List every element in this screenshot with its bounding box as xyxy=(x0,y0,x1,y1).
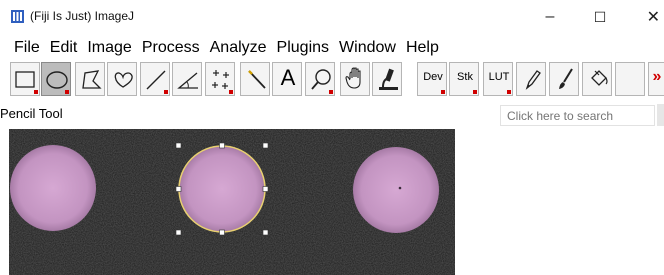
menu-process[interactable]: Process xyxy=(137,37,205,59)
dropdown-mark xyxy=(34,90,38,94)
freehand-tool[interactable] xyxy=(107,62,137,96)
minimize-icon: – xyxy=(545,8,555,25)
search-input[interactable] xyxy=(500,105,655,126)
menu-edit[interactable]: Edit xyxy=(45,37,83,59)
dropdown-mark xyxy=(229,90,233,94)
menu-image[interactable]: Image xyxy=(82,37,136,59)
bucket-icon xyxy=(591,70,608,86)
status-text: Pencil Tool xyxy=(0,106,63,121)
menu-plugins[interactable]: Plugins xyxy=(272,37,334,59)
menu-file[interactable]: File xyxy=(0,37,45,59)
hand-icon xyxy=(345,67,361,89)
image-content xyxy=(9,129,455,275)
toolbar: A Dev Stk LUT » xyxy=(0,62,664,100)
flood-fill-tool[interactable] xyxy=(582,62,612,96)
polygon-tool[interactable] xyxy=(75,62,105,96)
lut-tool[interactable]: LUT xyxy=(483,62,513,96)
oval-tool[interactable] xyxy=(41,62,71,96)
text-tool[interactable]: A xyxy=(272,62,302,96)
close-icon: ✕ xyxy=(646,9,660,26)
angle-icon xyxy=(177,72,198,89)
wand-tool[interactable] xyxy=(240,62,270,96)
pencil-icon xyxy=(525,70,541,90)
stack-icon: Stk xyxy=(457,71,473,83)
brush-tool[interactable] xyxy=(549,62,579,96)
maximize-icon: ☐ xyxy=(593,8,607,25)
magnifier-tool[interactable] xyxy=(305,62,335,96)
menu-bar: File Edit Image Process Analyze Plugins … xyxy=(0,36,664,60)
menu-analyze[interactable]: Analyze xyxy=(205,37,272,59)
fiji-app-icon xyxy=(11,10,24,23)
dropdown-mark xyxy=(473,90,477,94)
close-button[interactable]: ✕ xyxy=(627,4,664,30)
more-tools-button[interactable]: » xyxy=(648,62,664,96)
title-bar: (Fiji Is Just) ImageJ – ☐ ✕ xyxy=(0,0,664,34)
microscope-icon xyxy=(379,68,398,90)
empty-tool-slot xyxy=(615,62,645,96)
dev-icon: Dev xyxy=(423,71,443,83)
dropdown-mark xyxy=(65,90,69,94)
window-title: (Fiji Is Just) ImageJ xyxy=(30,9,135,23)
dropdown-mark xyxy=(164,90,168,94)
more-icon: » xyxy=(652,68,662,85)
menu-window[interactable]: Window xyxy=(334,37,401,59)
point-tool[interactable] xyxy=(205,62,235,96)
pencil-tool[interactable] xyxy=(516,62,546,96)
lut-icon: LUT xyxy=(488,71,510,83)
line-tool[interactable] xyxy=(140,62,170,96)
menu-help[interactable]: Help xyxy=(401,37,444,59)
polygon-icon xyxy=(82,70,102,89)
stk-tool[interactable]: Stk xyxy=(449,62,479,96)
sample-spot-right xyxy=(353,147,439,233)
dropdown-mark xyxy=(507,90,511,94)
rectangle-tool[interactable] xyxy=(10,62,40,96)
dev-tool[interactable]: Dev xyxy=(417,62,447,96)
maximize-button[interactable]: ☐ xyxy=(577,4,623,30)
hand-tool[interactable] xyxy=(340,62,370,96)
freehand-icon xyxy=(114,72,133,88)
image-canvas[interactable] xyxy=(9,129,455,275)
text-icon: A xyxy=(280,65,296,90)
dropdown-mark xyxy=(329,90,333,94)
color-picker-tool[interactable] xyxy=(372,62,402,96)
wand-icon xyxy=(248,70,266,89)
sample-spot-left xyxy=(10,145,96,231)
angle-tool[interactable] xyxy=(172,62,202,96)
search-side-panel xyxy=(657,104,664,126)
minimize-button[interactable]: – xyxy=(527,4,573,30)
brush-icon xyxy=(559,68,573,89)
dropdown-mark xyxy=(441,90,445,94)
